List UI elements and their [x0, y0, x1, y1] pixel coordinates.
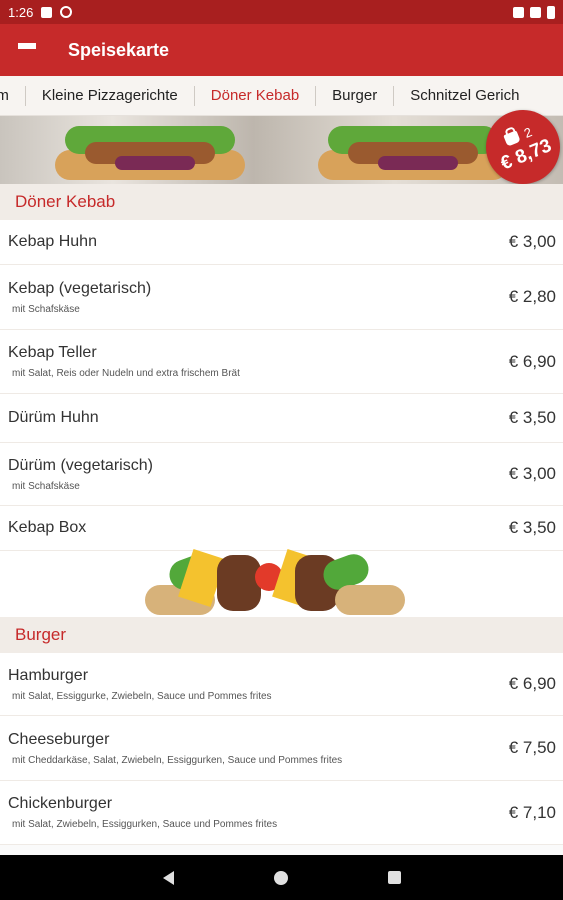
tab-schnitzel-gerichte[interactable]: Schnitzel Gerich: [394, 86, 535, 106]
item-description: mit Salat, Reis oder Nudeln und extra fr…: [12, 368, 240, 379]
menu-item[interactable]: Cheeseburger mit Cheddarkäse, Salat, Zwi…: [0, 716, 563, 781]
tab-previous-category[interactable]: em: [0, 85, 26, 106]
hamburger-icon: [18, 43, 36, 57]
item-name: Dürüm Huhn: [8, 409, 99, 426]
item-name: Kebap Box: [8, 519, 87, 536]
kebab-wrap-image: [318, 122, 508, 184]
category-banner-image: [0, 116, 563, 184]
menu-item[interactable]: Kebap Teller mit Salat, Reis oder Nudeln…: [0, 330, 563, 394]
signal-icon: [530, 6, 541, 18]
item-description: mit Salat, Essiggurke, Zwiebeln, Sauce u…: [12, 690, 272, 702]
item-name: Hamburger: [8, 666, 89, 684]
status-time: 1:26: [8, 4, 34, 20]
section-header-doener-kebab: Döner Kebab: [0, 184, 563, 220]
item-price: € 3,00: [508, 232, 556, 251]
tab-kleine-pizzagerichte[interactable]: Kleine Pizzagerichte: [26, 85, 195, 106]
item-description: mit Salat, Zwiebeln, Essiggurken, Sauce …: [12, 819, 278, 830]
item-price: € 6,90: [508, 674, 556, 693]
system-navigation-bar: [0, 855, 563, 900]
menu-list: Döner Kebab Kebap Huhn € 3,00 Kebap (veg…: [0, 184, 563, 855]
menu-item[interactable]: Dürüm (vegetarisch) mit Schafskäse € 3,0…: [0, 443, 563, 506]
menu-item[interactable]: Kebap (vegetarisch) mit Schafskäse € 2,8…: [0, 265, 563, 330]
item-name: Dürüm (vegetarisch): [8, 456, 153, 474]
item-description: mit Schafskäse: [12, 303, 80, 315]
menu-item[interactable]: Kebap Box € 3,50: [0, 506, 563, 551]
kebab-wrap-image: [55, 122, 245, 184]
section-header-burger: Burger: [0, 617, 563, 653]
item-name: Kebap Teller: [8, 344, 97, 361]
item-price: € 2,80: [508, 287, 556, 306]
item-price: € 7,50: [508, 738, 556, 757]
sync-icon: [60, 6, 73, 18]
item-price: € 3,50: [508, 408, 556, 427]
cart-count: 2: [521, 123, 534, 141]
menu-item[interactable]: Hamburger mit Salat, Essiggurke, Zwiebel…: [0, 653, 563, 716]
item-price: € 3,00: [508, 464, 556, 483]
tab-doener-kebab[interactable]: Döner Kebab: [195, 85, 317, 106]
back-icon[interactable]: [162, 870, 174, 885]
menu-item[interactable]: Chickenburger mit Salat, Zwiebeln, Essig…: [0, 781, 563, 845]
item-name: Chickenburger: [8, 795, 113, 812]
menu-item[interactable]: Dürüm Huhn € 3,50: [0, 394, 563, 443]
menu-button[interactable]: [0, 24, 54, 76]
menu-item[interactable]: Kebap Huhn € 3,00: [0, 220, 563, 265]
tab-burger[interactable]: Burger: [316, 85, 395, 106]
item-description: mit Schafskäse: [12, 480, 80, 492]
item-description: mit Cheddarkäse, Salat, Zwiebeln, Essigg…: [12, 754, 343, 766]
page-title: Speisekarte: [68, 39, 170, 60]
wifi-icon: [513, 6, 524, 18]
app-bar: Speisekarte: [0, 24, 563, 76]
status-bar: 1:26: [0, 0, 563, 24]
battery-icon: [547, 5, 555, 19]
item-name: Kebap (vegetarisch): [8, 279, 152, 297]
recent-apps-icon[interactable]: [387, 871, 401, 884]
shopping-bag-icon: [503, 130, 522, 147]
item-name: Cheeseburger: [8, 730, 110, 748]
home-icon[interactable]: [273, 870, 288, 885]
category-tabs: em Kleine Pizzagerichte Döner Kebab Burg…: [0, 76, 563, 116]
item-price: € 3,50: [508, 518, 556, 537]
notification-icon: [41, 6, 53, 18]
burger-category-image: [0, 548, 563, 617]
item-price: € 6,90: [508, 351, 556, 371]
item-name: Kebap Huhn: [8, 233, 97, 250]
item-price: € 7,10: [508, 802, 556, 822]
